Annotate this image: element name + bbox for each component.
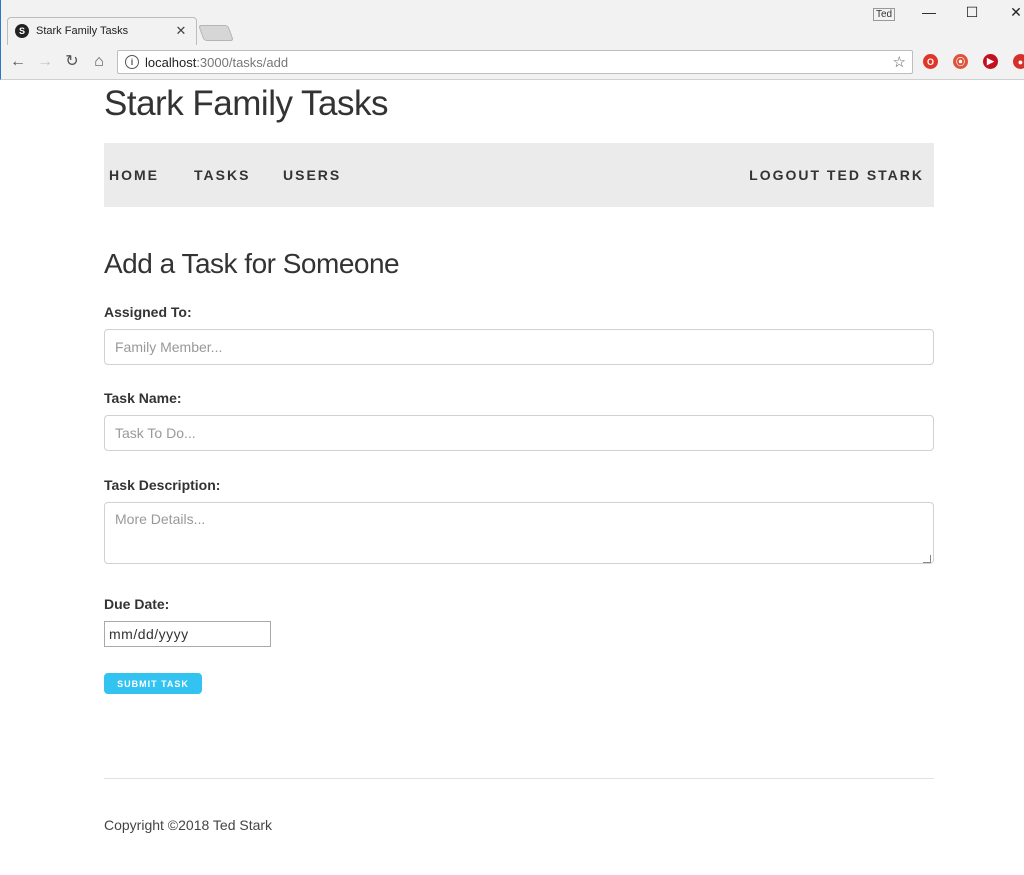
- nav-link-logout[interactable]: LOGOUT TED STARK: [749, 167, 924, 183]
- close-tab-icon[interactable]: ✕: [172, 23, 190, 39]
- submit-task-button[interactable]: SUBMIT TASK: [104, 673, 202, 694]
- site-favicon-icon: S: [15, 24, 29, 38]
- close-window-icon[interactable]: ✕: [1006, 4, 1024, 21]
- opera-extension-icon[interactable]: O: [923, 54, 938, 69]
- page-content: Stark Family Tasks HOME TASKS USERS LOGO…: [0, 81, 1024, 875]
- home-icon[interactable]: ⌂: [89, 52, 109, 72]
- footer-divider: [104, 778, 934, 779]
- back-arrow-icon[interactable]: ←: [8, 52, 28, 72]
- copyright-text: Copyright ©2018 Ted Stark: [104, 817, 273, 833]
- assigned-to-label: Assigned To:: [104, 304, 192, 320]
- minimize-icon[interactable]: —: [919, 4, 939, 20]
- task-description-input[interactable]: [104, 502, 934, 564]
- task-name-label: Task Name:: [104, 390, 182, 406]
- compass-extension-icon[interactable]: ⦿: [953, 54, 968, 69]
- task-description-label: Task Description:: [104, 477, 221, 493]
- reload-icon[interactable]: ↻: [62, 52, 82, 72]
- due-date-placeholder: mm/dd/yyyy: [109, 626, 189, 642]
- url-host: localhost: [145, 54, 197, 70]
- tab-title: Stark Family Tasks: [36, 25, 129, 37]
- assigned-to-input[interactable]: [104, 329, 934, 365]
- nav-link-home[interactable]: HOME: [109, 167, 159, 183]
- new-tab-button[interactable]: [198, 25, 234, 41]
- nav-link-users[interactable]: USERS: [283, 167, 341, 183]
- form-heading: Add a Task for Someone: [104, 248, 400, 279]
- info-icon[interactable]: i: [125, 55, 139, 69]
- submit-task-label: SUBMIT TASK: [117, 678, 189, 689]
- browser-toolbar: ← → ↻ ⌂ i localhost :3000/tasks/add ☆ O …: [1, 44, 1024, 80]
- play-extension-icon[interactable]: ▶: [983, 54, 998, 69]
- site-title: Stark Family Tasks: [104, 84, 389, 123]
- address-bar[interactable]: i localhost :3000/tasks/add ☆: [117, 50, 913, 74]
- tab-strip: S Stark Family Tasks ✕ Ted — ☐ ✕: [1, 0, 1024, 45]
- due-date-label: Due Date:: [104, 596, 170, 612]
- extension-icon[interactable]: ●: [1013, 54, 1024, 69]
- profile-button[interactable]: Ted: [873, 8, 896, 21]
- browser-tab-content[interactable]: S Stark Family Tasks ✕: [15, 17, 190, 45]
- nav-link-tasks[interactable]: TASKS: [194, 167, 250, 183]
- maximize-icon[interactable]: ☐: [962, 4, 982, 21]
- bookmark-star-icon[interactable]: ☆: [893, 53, 906, 71]
- browser-chrome: S Stark Family Tasks ✕ Ted — ☐ ✕ ← → ↻ ⌂…: [0, 0, 1024, 80]
- task-name-input[interactable]: [104, 415, 934, 451]
- forward-arrow-icon[interactable]: →: [35, 52, 55, 72]
- url-path: :3000/tasks/add: [196, 54, 289, 70]
- main-navbar: HOME TASKS USERS LOGOUT TED STARK: [104, 143, 934, 207]
- textarea-resize-handle[interactable]: [923, 555, 931, 563]
- due-date-input[interactable]: mm/dd/yyyy: [104, 621, 271, 647]
